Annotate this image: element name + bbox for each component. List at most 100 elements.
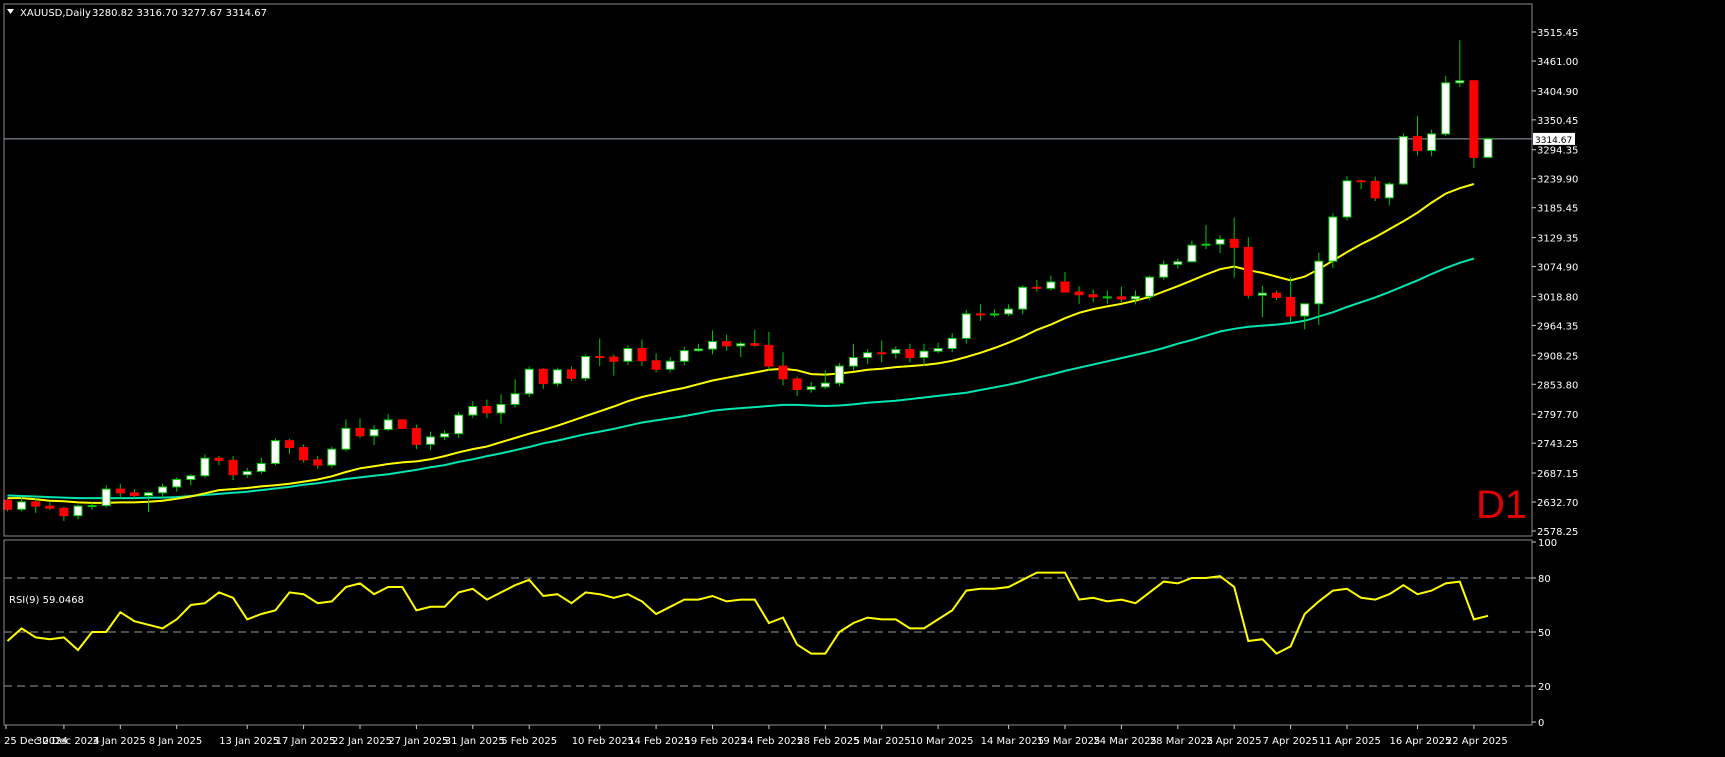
bear-candle-body	[609, 356, 619, 362]
bull-candle-body	[327, 448, 337, 466]
bear-candle-body	[285, 440, 294, 449]
bull-candle-body	[270, 440, 280, 465]
price-tick-label: 2853.80	[1537, 380, 1578, 391]
rsi-tick-label: 80	[1538, 574, 1551, 585]
bull-candle-body	[242, 471, 252, 476]
bear-candle-body	[975, 313, 985, 316]
bear-candle-body	[1116, 296, 1126, 300]
date-tick-label: 5 Mar 2025	[854, 736, 911, 747]
ohlc-readout: 3280.82 3316.70 3277.67 3314.67	[92, 8, 267, 19]
bear-candle-body	[1272, 292, 1281, 298]
bull-candle-body	[623, 348, 633, 362]
candle	[581, 354, 591, 381]
bull-candle-body	[1046, 281, 1056, 289]
date-tick-label: 5 Feb 2025	[501, 736, 557, 747]
bear-candle-body	[1286, 296, 1296, 317]
bull-candle-body	[426, 436, 435, 445]
bull-candle-body	[1159, 263, 1169, 278]
date-tick-label: 11 Apr 2025	[1319, 736, 1381, 747]
bull-candle-body	[708, 341, 717, 350]
bear-candle-body	[595, 355, 605, 358]
bull-candle-body	[200, 457, 210, 477]
candle	[524, 366, 534, 397]
bear-candle-body	[778, 365, 788, 380]
rsi-tick-label: 0	[1538, 718, 1544, 729]
bull-candle-body	[1018, 286, 1028, 310]
bear-candle-body	[1229, 238, 1239, 248]
date-tick-label: 14 Mar 2025	[981, 736, 1044, 747]
bull-candle-body	[1102, 296, 1112, 299]
bull-candle-body	[1004, 308, 1014, 315]
candle	[1483, 137, 1493, 159]
candle	[270, 438, 280, 466]
bull-candle-body	[1131, 295, 1140, 300]
bull-candle-body	[1342, 180, 1352, 218]
price-tick-label: 3074.90	[1537, 263, 1578, 274]
trading-chart[interactable]: 3515.45 3461.00 3404.90 3350.45 3294.35 3239.…	[0, 0, 1725, 757]
bull-candle-body	[510, 393, 520, 405]
bull-candle-body	[820, 382, 830, 388]
price-tick-label: 3185.45	[1537, 204, 1578, 215]
date-tick-label: 22 Jan 2025	[332, 736, 392, 747]
bear-candle-body	[397, 419, 407, 429]
bull-candle-body	[1201, 243, 1211, 246]
bear-candle-body	[3, 499, 12, 510]
bull-candle-body	[73, 505, 83, 517]
bear-candle-body	[31, 501, 41, 507]
candle	[200, 454, 210, 478]
date-tick-label: 19 Mar 2025	[1037, 736, 1100, 747]
bear-candle-body	[299, 447, 309, 461]
price-tick-label: 3404.90	[1537, 87, 1578, 98]
bear-candle-body	[1356, 180, 1366, 183]
bear-candle-body	[59, 507, 69, 517]
price-tick-label: 3515.45	[1537, 28, 1578, 39]
bull-candle-body	[1257, 292, 1267, 296]
bull-candle-body	[172, 478, 182, 488]
bull-candle-body	[1328, 216, 1338, 262]
candle	[834, 362, 844, 387]
bear-candle-body	[482, 406, 492, 414]
bull-candle-body	[369, 428, 379, 437]
bull-candle-body	[440, 433, 450, 438]
price-tick-label: 2578.25	[1537, 527, 1578, 538]
rsi-tick-label: 20	[1538, 682, 1551, 693]
bull-candle-body	[1384, 183, 1394, 199]
bear-candle-body	[567, 369, 576, 379]
bull-candle-body	[933, 348, 943, 352]
candle	[397, 419, 407, 429]
symbol-title: XAUUSD,Daily	[20, 8, 91, 19]
date-tick-label: 28 Feb 2025	[797, 736, 859, 747]
date-tick-label: 27 Jan 2025	[388, 736, 448, 747]
candle	[1398, 133, 1408, 186]
bull-candle-body	[341, 427, 351, 450]
bull-candle-body	[990, 313, 999, 316]
bull-candle-body	[87, 505, 97, 508]
bear-candle-body	[313, 459, 323, 466]
bear-candle-body	[129, 492, 139, 496]
date-tick-label: 16 Apr 2025	[1390, 736, 1452, 747]
candle	[327, 446, 337, 468]
bear-candle-body	[1243, 246, 1253, 296]
bear-candle-body	[905, 349, 915, 359]
candle	[1441, 75, 1451, 137]
bull-candle-body	[186, 475, 196, 480]
bear-candle-body	[355, 427, 365, 437]
chart-background	[0, 0, 1725, 757]
bear-candle-body	[1370, 180, 1380, 199]
bull-candle-body	[581, 355, 591, 379]
timeframe-badge: D1	[1476, 483, 1527, 527]
date-tick-label: 24 Feb 2025	[741, 736, 803, 747]
bull-candle-body	[736, 343, 746, 347]
bull-candle-body	[17, 501, 27, 510]
bear-candle-body	[1413, 136, 1422, 151]
date-tick-label: 17 Jan 2025	[276, 736, 336, 747]
bear-candle-body	[411, 427, 421, 445]
bull-candle-body	[144, 492, 153, 496]
bear-candle-body	[1074, 291, 1084, 296]
bull-candle-body	[1314, 260, 1324, 305]
date-tick-label: 22 Apr 2025	[1446, 736, 1508, 747]
bull-candle-body	[679, 350, 689, 362]
price-tick-label: 2797.70	[1537, 410, 1578, 421]
candle	[1328, 213, 1338, 269]
rsi-header: RSI(9) 59.0468	[9, 595, 84, 606]
